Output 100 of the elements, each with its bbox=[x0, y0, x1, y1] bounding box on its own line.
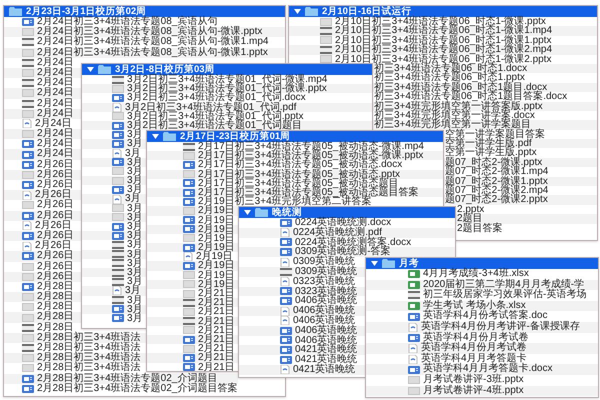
file-row[interactable]: 2月10日初三3+4班语法专题06_时态1-微课1.mp4 bbox=[289, 26, 597, 36]
presentation-icon bbox=[22, 364, 34, 372]
file-name: 0323英语晚统 bbox=[295, 286, 358, 296]
file-row[interactable]: 2月26日 bbox=[4, 210, 81, 221]
file-row[interactable]: 3月 bbox=[82, 304, 146, 314]
file-row[interactable]: 3月 bbox=[82, 158, 146, 167]
file-row[interactable]: 0406英语晚统 bbox=[239, 326, 365, 336]
folder-header[interactable]: 晚统测 bbox=[239, 207, 455, 218]
file-row[interactable]: 3月 bbox=[82, 194, 146, 204]
file-row[interactable]: 2月28日初三3+4班语法专题02_介词题目 bbox=[4, 374, 238, 384]
file-row[interactable]: 2月21日 bbox=[147, 362, 238, 371]
file-row[interactable]: 2月24日 bbox=[4, 68, 81, 78]
page-icon bbox=[280, 277, 290, 286]
file-row[interactable]: 2月28日初三3+4班语法专题02_介词题目答案 bbox=[4, 384, 285, 394]
file-row[interactable]: 2月24日 bbox=[4, 149, 81, 160]
file-row[interactable]: 3月2日初三3+4班语法专题01_代词.pdf bbox=[82, 102, 372, 112]
file-row[interactable]: 0421英语晚统 bbox=[239, 364, 365, 375]
file-row[interactable]: 2月24日 bbox=[4, 88, 81, 98]
file-row[interactable]: 2月10日初三3+4班语法专题06_时态1-微课.pptx bbox=[289, 17, 597, 26]
file-row[interactable]: 4月月考成绩-3+4班.xlsx bbox=[366, 269, 598, 280]
file-row[interactable]: 2月10日初三3+4班语法专题06_时态1-微课2.mp4 bbox=[289, 45, 597, 55]
file-row[interactable]: 空第一讲学案题目答案 bbox=[444, 130, 597, 140]
file-row[interactable]: 题07_时态2-微课.pptx bbox=[444, 158, 597, 168]
file-row[interactable]: 2月28日初三3+4班语法 bbox=[4, 332, 146, 343]
file-row[interactable]: 2月19日 bbox=[147, 261, 238, 271]
file-name: 2月24日初三3+4班语法专题08_宾语从句 bbox=[37, 17, 218, 27]
file-row[interactable]: 2月17日初三3+4班语法专题05_被动语态.docx bbox=[147, 160, 443, 170]
file-row[interactable]: 英语学科4月份月考讲评-备课授课存 bbox=[366, 322, 598, 333]
file-row[interactable]: 2题目 bbox=[456, 214, 597, 224]
file-row[interactable]: 2月17日初三3+4班语法专题05_被动语态.pptx bbox=[147, 170, 443, 179]
folder-header[interactable]: 月考 bbox=[366, 258, 598, 269]
file-row[interactable]: 2月17日初三3+4班语法专题05_被动语态-微课.pptx bbox=[147, 151, 443, 160]
file-name: 2月28日初三3+4班语法专题02_介词题目答案 bbox=[37, 384, 238, 394]
folder-header[interactable]: 3月2日-8日校历第03周 bbox=[82, 64, 372, 75]
file-row[interactable]: 2月10日初三3+4班语法专题06_时态1-微课1.pptx bbox=[289, 36, 597, 46]
file-row[interactable]: 3月2日初三3+4班语法专题01_代词题目 bbox=[82, 120, 372, 130]
file-row[interactable]: 2月24日 bbox=[4, 129, 81, 140]
file-row[interactable]: 题07_时态2-微课1.pptx bbox=[444, 176, 597, 186]
file-row[interactable]: 题07_时态2-微课2.pptx bbox=[444, 195, 597, 205]
file-row[interactable]: 英语学科4月月考答题卡.docx bbox=[366, 364, 598, 375]
file-row[interactable]: 2月26日 bbox=[4, 272, 81, 282]
file-row[interactable]: 空第一讲学生版.pdf bbox=[444, 139, 597, 148]
file-row[interactable]: 2月24日初三3+4班语法专题08_宾语从句-微课1.mp4 bbox=[4, 37, 285, 48]
file-row[interactable]: 2月17日初三3+4班语法专题05_被动语态题目 bbox=[147, 178, 443, 188]
disclosure-triangle-icon[interactable] bbox=[244, 210, 251, 215]
file-row[interactable]: 3月 bbox=[82, 176, 146, 186]
file-row[interactable]: 初三3+4班完形填空第一讲学案.docx bbox=[373, 110, 597, 120]
file-row[interactable]: 英语学科4月份月考试卷 bbox=[366, 343, 598, 354]
folder-header[interactable]: 2月17日-23日校历第01周 bbox=[147, 131, 443, 142]
folder-header[interactable]: 2月10日-16日试运行 bbox=[289, 6, 597, 17]
file-row[interactable]: 2月19日 bbox=[147, 243, 238, 252]
file-row[interactable]: 初三年级居家学习效果评估-英语考场 bbox=[366, 290, 598, 301]
file-row[interactable]: 2月24日初三3+4班语法专题08_宾语从句-微课1.pptx bbox=[4, 48, 285, 58]
file-row[interactable]: 初三3+4班完形填空第一讲学案题目 bbox=[373, 120, 597, 130]
file-row[interactable]: 2月26日 bbox=[4, 230, 81, 242]
file-row[interactable]: 0309英语晚统 bbox=[239, 266, 365, 277]
file-row[interactable]: 3月 bbox=[82, 286, 146, 296]
file-row[interactable]: 3月 bbox=[82, 212, 146, 222]
file-row[interactable]: 2月28日 bbox=[4, 292, 81, 302]
file-row[interactable]: 2月26日 bbox=[4, 190, 81, 200]
file-row[interactable]: 2月26日 bbox=[4, 170, 81, 180]
file-row[interactable]: 3月 bbox=[82, 250, 146, 259]
file-row[interactable]: 2月19日初三3+4班完形填空第二讲答案 bbox=[147, 197, 443, 206]
disclosure-triangle-icon[interactable] bbox=[87, 67, 94, 72]
file-row[interactable]: 2月21日 bbox=[147, 316, 238, 326]
file-row[interactable]: 月考试卷讲评-3班.pptx bbox=[366, 374, 598, 386]
file-row[interactable]: 初三3+4班语法专题06_时态1.docx bbox=[373, 64, 597, 74]
file-row[interactable]: 2月19日 bbox=[147, 280, 238, 289]
file-row[interactable]: 2月26日 bbox=[4, 251, 81, 262]
file-row[interactable]: 2月21日 bbox=[147, 334, 238, 344]
file-row[interactable]: 2月24日 bbox=[4, 108, 81, 119]
file-row[interactable]: 初三3+4班语法专题06_时态1.pptx bbox=[373, 73, 597, 83]
file-row[interactable]: 月考试卷讲评-4班.pptx bbox=[366, 386, 598, 396]
file-row[interactable]: 2月17日初三3+4班语法专题05_被动语态题目答案 bbox=[147, 188, 443, 198]
file-row[interactable]: 3月2日初三3+4班语法专题01_代词-微课.pptx bbox=[82, 84, 372, 94]
file-row[interactable]: 空第一讲学生版.pptx bbox=[444, 148, 597, 158]
file-row[interactable]: 2月21日 bbox=[147, 353, 238, 362]
file-row[interactable]: 2月28日 bbox=[4, 312, 81, 323]
file-row[interactable]: 2题目答案 bbox=[456, 224, 597, 233]
disclosure-triangle-icon[interactable] bbox=[152, 134, 159, 139]
file-row[interactable]: 题07_时态2-微课2.mp4 bbox=[444, 186, 597, 196]
file-row[interactable]: 2月19日 bbox=[147, 224, 238, 234]
disclosure-triangle-icon[interactable] bbox=[371, 261, 378, 266]
file-row[interactable]: 2月19日 bbox=[147, 206, 238, 216]
presentation-icon bbox=[320, 36, 332, 44]
disclosure-triangle-icon[interactable] bbox=[294, 9, 301, 14]
file-row[interactable]: 2月17日初三3+4班语法专题05_被动语态-微课.mp4 bbox=[147, 142, 443, 152]
file-row[interactable]: 0406英语晚统 bbox=[239, 306, 365, 316]
file-row[interactable]: 3月 bbox=[82, 231, 146, 240]
file-row[interactable]: 题07_时态2-微课1.mp4 bbox=[444, 167, 597, 177]
file-name: 英语学科4月月考答题卡 bbox=[421, 354, 527, 364]
file-row[interactable]: 2月21日 bbox=[147, 298, 238, 308]
folder-header[interactable]: 2月23日-3月1日校历第02周 bbox=[4, 6, 285, 17]
file-row[interactable]: 3月 bbox=[82, 139, 146, 148]
file-row[interactable]: 3月 bbox=[82, 268, 146, 278]
file-row[interactable]: 初三3+4班完形填空第一讲答案版.pptx bbox=[373, 102, 597, 111]
file-row[interactable]: 2月10日初三3+4班语法专题06_时态1-微课2.pptx bbox=[289, 54, 597, 64]
file-row[interactable]: 0323英语晚统 bbox=[239, 286, 365, 296]
file-row[interactable]: 0224英语晚统测.pdf bbox=[239, 228, 455, 238]
file-row[interactable]: 3月2日初三3+4班语法专题01_代词-微课.mp4 bbox=[82, 75, 372, 84]
